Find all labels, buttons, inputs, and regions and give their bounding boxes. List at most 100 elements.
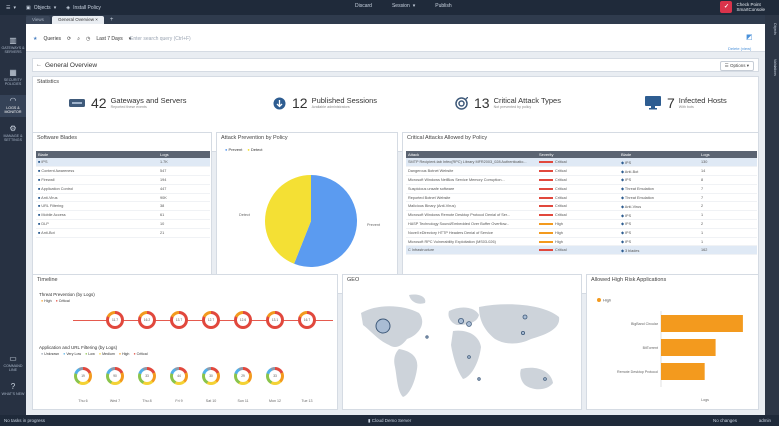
tab-strip: Views General Overview × +	[26, 15, 765, 24]
stat-attacks[interactable]: 13 Critical Attack Types Not prevented by…	[455, 95, 561, 111]
table-row[interactable]: HASP Technology Sound/Embedded Over Buff…	[406, 219, 757, 229]
app-day-ring[interactable]: 44	[170, 367, 188, 385]
attack-cell: Microsoft Windows NetBios Service Memory…	[406, 175, 537, 185]
ring-value: 13.1	[269, 314, 281, 326]
threat-day-ring[interactable]: 16.7	[298, 311, 316, 329]
search-icon[interactable]: ⌕	[77, 36, 80, 42]
table-row[interactable]: Novell eDirectory HTTP Headers Denial of…	[406, 228, 757, 238]
stat-gateways[interactable]: 42 Gateways and Servers Reported these ev…	[69, 95, 186, 111]
timeline-date-label: Fri 9	[175, 399, 183, 403]
server-status[interactable]: ▮ Cloud Demo Server	[368, 418, 411, 424]
geo-panel: GEO	[342, 274, 582, 410]
refresh-icon[interactable]: ⟳	[67, 36, 71, 42]
threat-day-ring[interactable]: 13.1	[266, 311, 284, 329]
queries-button[interactable]: Queries	[43, 36, 61, 42]
install-policy-button[interactable]: ◈ Install Policy	[66, 5, 101, 11]
threat-day-ring[interactable]: 12.6	[234, 311, 252, 329]
legend-item-high[interactable]: ● High	[41, 299, 52, 303]
high-risk-bar-chart[interactable]: High BigBand Circular BitTorrent Remote Des…	[587, 285, 760, 409]
threat-day-ring[interactable]: 12.7	[202, 311, 220, 329]
objects-menu[interactable]: ▣ Objects ▾	[26, 5, 56, 11]
app-day-ring[interactable]: 90	[106, 367, 124, 385]
delete-view-link[interactable]: Delete (view)	[728, 46, 751, 51]
search-input[interactable]: Enter search query (Ctrl+F)	[130, 36, 191, 42]
legend-item-unknown[interactable]: ● Unknown	[41, 352, 59, 356]
blade-icon: ◆	[621, 196, 624, 201]
legend-item-high[interactable]: ● High	[119, 352, 130, 356]
back-arrow-icon[interactable]: ←	[36, 62, 42, 68]
legend-item-critical[interactable]: ● Critical	[133, 352, 147, 356]
table-row[interactable]: Reported Botnet Website Critical ◆ Threat …	[406, 193, 757, 203]
table-row[interactable]: ■ Mobile Access 61	[36, 210, 210, 221]
table-row[interactable]: Microsoft Windows NetBios Service Memory…	[406, 175, 757, 185]
column-header[interactable]: Logs	[699, 151, 757, 158]
nav-security-policies[interactable]: ▦ SECURITY POLICIES	[0, 69, 26, 87]
world-map[interactable]	[349, 291, 577, 405]
discard-button[interactable]: Discard	[355, 3, 372, 9]
table-row[interactable]: ■ Firewall 194	[36, 175, 210, 185]
main-area: ★ Queries ⟳ ⌕ ◷ Last 7 Days ▾ Enter sear…	[26, 24, 765, 415]
app-day-ring[interactable]: 33	[138, 367, 156, 385]
user-status[interactable]: admin	[759, 418, 771, 423]
legend-item-low[interactable]: ● Low	[85, 352, 95, 356]
column-header[interactable]: Attack	[406, 151, 537, 158]
app-day-ring[interactable]: 19	[74, 367, 92, 385]
threat-day-ring[interactable]: 11.7	[106, 311, 124, 329]
star-icon[interactable]: ★	[33, 36, 37, 42]
table-row[interactable]: ■ Anti-Bot 21	[36, 228, 210, 238]
table-row[interactable]: Suspicious unsafe software Critical ◆ Thre…	[406, 184, 757, 194]
attack-pie-chart[interactable]	[261, 171, 361, 271]
close-icon[interactable]: ×	[95, 17, 98, 22]
legend-item-medium[interactable]: ● Medium	[99, 352, 115, 356]
table-row[interactable]: C Infrastructure Critical ◆ 3 blades 162	[406, 245, 757, 256]
bar-0[interactable]	[661, 315, 743, 332]
legend-item-critical[interactable]: ● Critical	[56, 299, 70, 303]
column-header[interactable]: Logs	[158, 151, 210, 158]
tab-views[interactable]: Views	[26, 16, 50, 24]
publish-button[interactable]: Publish	[435, 3, 451, 9]
table-row[interactable]: Microsoft RPC Vulnerability Exploitation…	[406, 237, 757, 247]
app-day-ring[interactable]: 30	[202, 367, 220, 385]
legend-item-high[interactable]	[597, 298, 601, 302]
column-header[interactable]: Blade	[619, 151, 699, 158]
table-row[interactable]: Malicious Binary (Anti-Virus) Critical ◆ A…	[406, 201, 757, 212]
column-header[interactable]: Severity	[537, 151, 619, 158]
bar-1[interactable]	[661, 339, 716, 356]
legend-item-very-low[interactable]: ● Very Low	[63, 352, 81, 356]
install-icon: ◈	[66, 4, 71, 11]
table-row[interactable]: ■ DLP 10	[36, 219, 210, 229]
session-button[interactable]: Session ▾	[392, 3, 415, 9]
stat-sessions[interactable]: 12 Published Sessions Available administr…	[273, 95, 377, 111]
query-syntax-icon[interactable]: ◩	[746, 33, 756, 43]
table-row[interactable]: SMTP Recipient-tab Infec(RPC) Library MF…	[406, 158, 757, 168]
validations-pane-toggle[interactable]: Validations	[767, 59, 777, 76]
table-row[interactable]: ■ Anti-Virus 90K	[36, 193, 210, 203]
nav-command-line[interactable]: ▭ COMMAND LINE	[0, 355, 26, 373]
nav-whats-new[interactable]: ? WHAT'S NEW	[0, 383, 26, 397]
main-menu[interactable]: ☰ ▾	[6, 5, 16, 11]
app-day-ring[interactable]: 33	[266, 367, 284, 385]
tasks-status[interactable]: No tasks in progress	[4, 418, 45, 423]
table-row[interactable]: ■ Application Control 447	[36, 184, 210, 194]
legend-item-detect[interactable]: ● Detect	[247, 147, 262, 152]
table-row[interactable]: Microsoft Windows Remote Desktop Protoco…	[406, 210, 757, 221]
nav-manage-settings[interactable]: ⚙ MANAGE & SETTINGS	[0, 125, 26, 143]
nav-gateways-servers[interactable]: ▥ GATEWAYS & SERVERS	[0, 37, 26, 55]
table-row[interactable]: ■ URL Filtering 38	[36, 201, 210, 212]
options-button[interactable]: ☰ Options ▾	[719, 61, 754, 71]
nav-logs-monitor[interactable]: ◠ LOGS & MONITOR	[0, 95, 26, 117]
time-filter-dropdown[interactable]: Last 7 Days	[96, 36, 122, 42]
threat-day-ring[interactable]: 16.2	[138, 311, 156, 329]
threat-day-ring[interactable]: 13.7	[170, 311, 188, 329]
objects-pane-toggle[interactable]: Objects	[767, 23, 777, 35]
stat-infected-hosts[interactable]: 7 Infected Hosts With bots	[645, 95, 727, 111]
app-day-ring[interactable]: 29	[234, 367, 252, 385]
table-row[interactable]: ■ Content Awareness 547	[36, 166, 210, 177]
bar-2[interactable]	[661, 363, 705, 380]
add-tab-icon[interactable]: +	[106, 16, 118, 24]
tab-general-overview[interactable]: General Overview ×	[51, 16, 104, 24]
table-row[interactable]: ■ IPS 1.7K	[36, 158, 210, 168]
table-row[interactable]: Dangerous Botnet Website Critical ◆ Anti-B…	[406, 166, 757, 177]
column-header[interactable]: Blade	[36, 151, 158, 158]
legend-item-prevent[interactable]: ● Prevent	[225, 147, 242, 152]
